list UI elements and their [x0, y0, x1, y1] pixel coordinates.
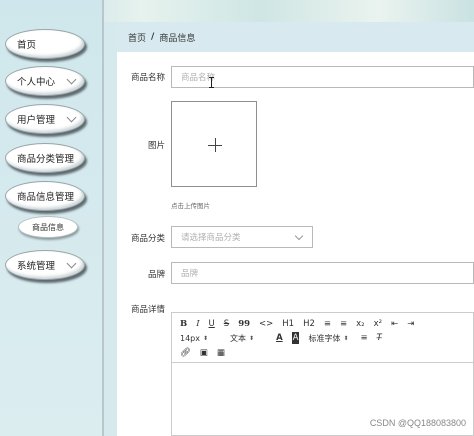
heading2-button[interactable]: H2 — [303, 318, 315, 330]
chevron-updown-icon: ⬍ — [249, 334, 255, 342]
sidebar-item-personal-center[interactable]: 个人中心 — [5, 66, 85, 96]
editor-toolbar: B I U S 99 <> H1 H2 ≡ ≡ x₂ x² ⇤ ⇥ 14px ⬍ — [172, 313, 474, 363]
sidebar-item-home[interactable]: 首页 — [5, 29, 85, 59]
outdent-button[interactable]: ⇤ — [391, 318, 398, 330]
chevron-down-icon — [66, 112, 77, 123]
breadcrumb-current: 商品信息 — [159, 33, 196, 44]
category-placeholder: 请选择商品分类 — [181, 233, 241, 243]
bullet-list-button[interactable]: ≡ — [340, 318, 347, 330]
link-icon[interactable]: 🔗︎ — [180, 347, 191, 359]
toolbar-row-2: 14px ⬍ 文本 ⬍ A A 标准字体 ⬍ ≡ T̶ — [180, 331, 391, 345]
quote-button[interactable]: 99 — [238, 318, 250, 330]
sidebar-subitem-label: 商品信息 — [32, 222, 64, 232]
chevron-updown-icon: ⬍ — [203, 334, 209, 342]
strikethrough-button[interactable]: S — [224, 318, 229, 330]
sidebar-item-label: 系统管理 — [17, 261, 56, 272]
indent-button[interactable]: ⇥ — [407, 318, 414, 330]
category-select[interactable]: 请选择商品分类 — [171, 226, 313, 248]
sidebar-item-label: 首页 — [17, 40, 37, 51]
product-name-input[interactable]: 商品名称 — [171, 66, 474, 88]
sidebar-item-label: 个人中心 — [17, 77, 56, 88]
chevron-down-icon — [294, 231, 304, 241]
chevron-down-icon — [66, 258, 77, 269]
brand-input[interactable]: 品牌 — [171, 262, 474, 284]
watermark: CSDN @QQ188083800 — [369, 418, 466, 428]
toolbar-row-3: 🔗︎ ▣ ▦ — [180, 346, 234, 360]
superscript-button[interactable]: x² — [374, 318, 382, 330]
ordered-list-button[interactable]: ≡ — [324, 318, 331, 330]
sidebar: 首页 个人中心 用户管理 商品分类管理 商品信息管理 商品信息 系统管理 — [0, 0, 104, 436]
main-panel: 首页 / 商品信息 商品名称 商品名称 图片 点击上传图片 商品分类 请选择商品… — [117, 22, 474, 436]
video-icon[interactable]: ▦ — [217, 347, 225, 359]
plus-icon-vertical — [215, 138, 216, 152]
font-family-select[interactable]: 标准字体 ⬍ — [308, 333, 348, 344]
align-icon[interactable]: ≡ — [361, 332, 368, 344]
sidebar-item-category-management[interactable]: 商品分类管理 — [5, 143, 85, 173]
category-label: 商品分类 — [130, 234, 165, 244]
text-cursor-icon — [209, 77, 214, 88]
breadcrumb-separator: / — [151, 32, 155, 42]
font-size-value: 14px — [180, 333, 200, 343]
image-upload-box[interactable] — [171, 101, 257, 187]
sidebar-item-user-management[interactable]: 用户管理 — [5, 104, 85, 134]
sidebar-item-product-management[interactable]: 商品信息管理 — [5, 181, 85, 211]
breadcrumb-home[interactable]: 首页 — [128, 31, 146, 44]
brand-label: 品牌 — [147, 270, 165, 280]
text-type-value: 文本 — [230, 333, 247, 343]
breadcrumb: 首页 / 商品信息 — [117, 22, 474, 52]
product-name-label: 商品名称 — [130, 73, 165, 83]
image-label: 图片 — [147, 141, 165, 151]
text-type-select[interactable]: 文本 ⬍ — [230, 333, 254, 344]
image-icon[interactable]: ▣ — [200, 347, 208, 359]
chevron-updown-icon: ⬍ — [343, 334, 349, 342]
sidebar-subitem-product-info[interactable]: 商品信息 — [18, 216, 78, 238]
clear-format-icon[interactable]: T̶ — [377, 332, 382, 344]
brand-placeholder: 品牌 — [181, 269, 199, 279]
chevron-down-icon — [66, 74, 77, 85]
font-color-button[interactable]: A — [276, 332, 283, 344]
underline-button[interactable]: U — [209, 318, 215, 330]
sidebar-item-label: 商品分类管理 — [17, 154, 75, 165]
sidebar-item-system-management[interactable]: 系统管理 — [5, 250, 85, 280]
detail-label: 商品详情 — [130, 305, 165, 315]
upload-hint: 点击上传图片 — [171, 202, 210, 210]
italic-button[interactable]: I — [196, 318, 199, 330]
font-family-value: 标准字体 — [308, 333, 341, 343]
toolbar-row-1: B I U S 99 <> H1 H2 ≡ ≡ x₂ x² ⇤ ⇥ — [180, 317, 423, 331]
sidebar-item-label: 商品信息管理 — [17, 192, 75, 203]
subscript-button[interactable]: x₂ — [356, 318, 364, 330]
sidebar-item-label: 用户管理 — [17, 115, 56, 126]
code-button[interactable]: <> — [259, 318, 273, 330]
bold-button[interactable]: B — [180, 318, 187, 330]
font-size-select[interactable]: 14px ⬍ — [180, 334, 208, 343]
background-color-button[interactable]: A — [291, 332, 300, 344]
heading1-button[interactable]: H1 — [282, 318, 294, 330]
